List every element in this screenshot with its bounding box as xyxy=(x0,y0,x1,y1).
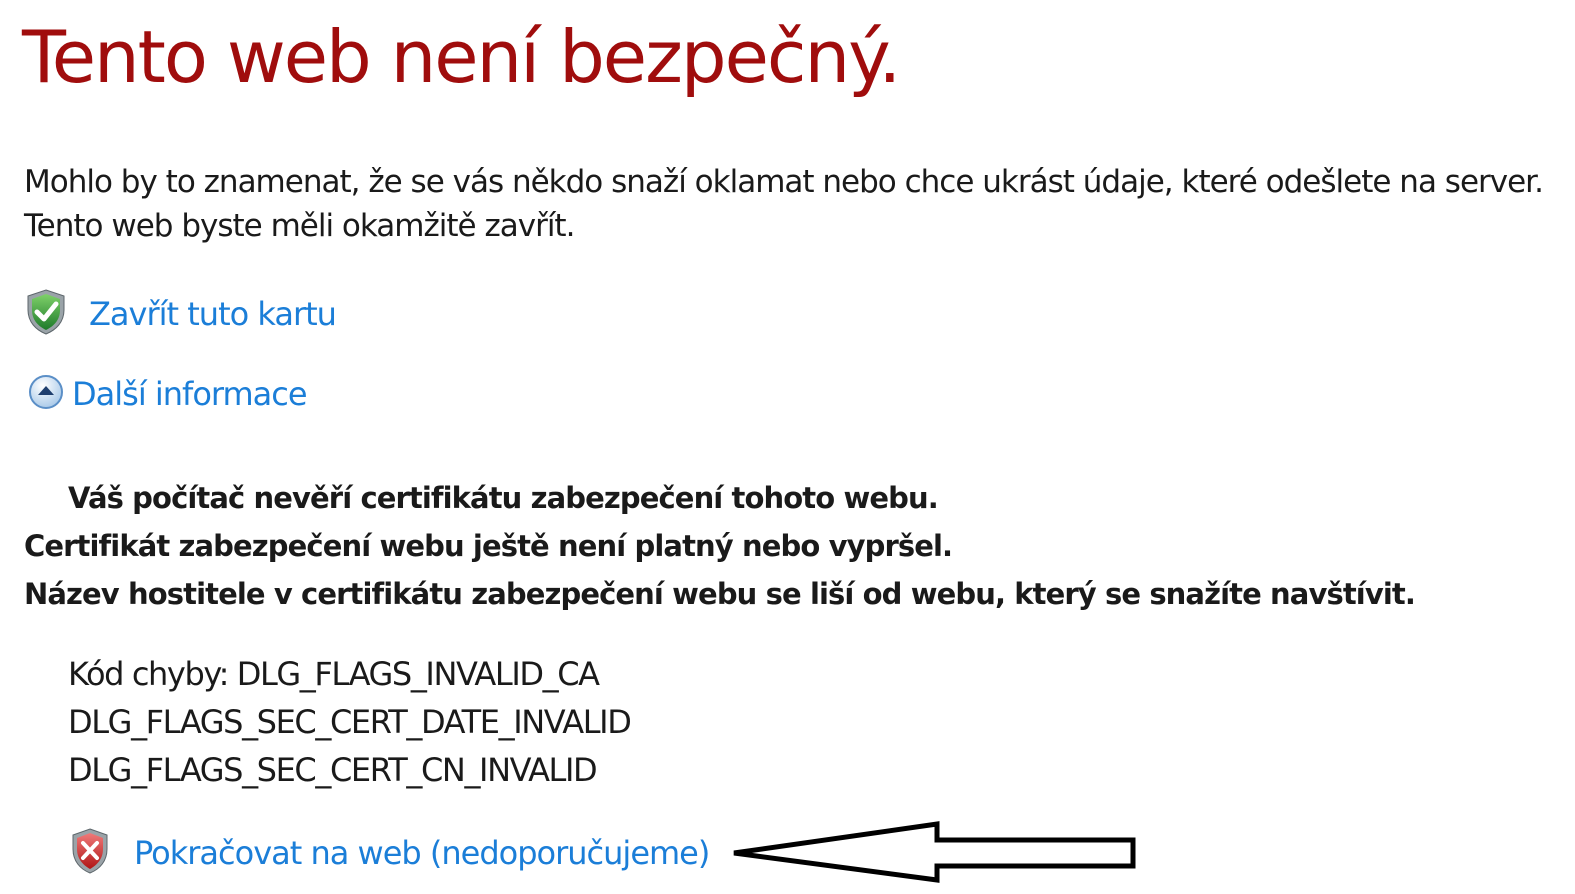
certificate-errors: Váš počítač nevěří certifikátu zabezpeče… xyxy=(24,474,1416,618)
red-shield-x-icon xyxy=(70,827,110,879)
continue-row[interactable]: Pokračovat na web (nedoporučujeme) xyxy=(70,826,710,880)
more-info-row[interactable]: Další informace xyxy=(28,370,308,418)
error-code-line: DLG_FLAGS_SEC_CERT_DATE_INVALID xyxy=(68,703,632,741)
reason-line: Váš počítač nevěří certifikátu zabezpeče… xyxy=(68,481,939,515)
description-line: Tento web byste měli okamžitě zavřít. xyxy=(24,208,575,244)
error-codes: Kód chyby: DLG_FLAGS_INVALID_CA DLG_FLAG… xyxy=(68,650,632,794)
description-line: Mohlo by to znamenat, že se vás někdo sn… xyxy=(24,164,1544,200)
page-title: Tento web není bezpečný. xyxy=(22,15,901,99)
reason-line: Název hostitele v certifikátu zabezpečen… xyxy=(24,577,1416,611)
arrow-left-pointer xyxy=(733,821,1136,883)
error-code-line: DLG_FLAGS_SEC_CERT_CN_INVALID xyxy=(68,751,598,789)
warning-description: Mohlo by to znamenat, že se vás někdo sn… xyxy=(24,160,1544,248)
close-tab-link[interactable]: Zavřít tuto kartu xyxy=(89,295,337,333)
collapse-up-icon xyxy=(28,374,64,414)
green-shield-check-icon xyxy=(25,288,67,340)
continue-to-site-link[interactable]: Pokračovat na web (nedoporučujeme) xyxy=(134,834,710,872)
error-code-line: Kód chyby: DLG_FLAGS_INVALID_CA xyxy=(68,655,600,693)
reason-line: Certifikát zabezpečení webu ještě není p… xyxy=(24,529,953,563)
more-info-link[interactable]: Další informace xyxy=(72,375,308,413)
close-tab-row[interactable]: Zavřít tuto kartu xyxy=(25,288,337,340)
